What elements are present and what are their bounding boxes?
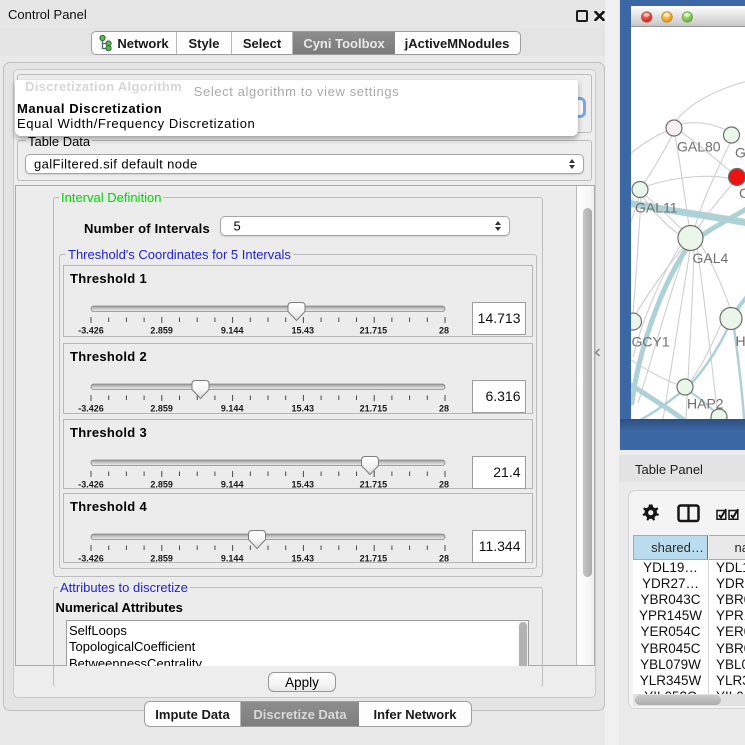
svg-text:21.715: 21.715 bbox=[360, 403, 388, 413]
svg-text:15.43: 15.43 bbox=[292, 479, 315, 488]
svg-text:2.859: 2.859 bbox=[150, 479, 173, 488]
svg-text:9.144: 9.144 bbox=[221, 479, 244, 488]
svg-text:GAL11: GAL11 bbox=[635, 200, 678, 216]
svg-text:21.715: 21.715 bbox=[360, 325, 388, 335]
svg-text:GAL4: GAL4 bbox=[693, 250, 729, 266]
svg-text:21.715: 21.715 bbox=[360, 553, 388, 562]
svg-text:28: 28 bbox=[439, 403, 449, 413]
svg-text:28: 28 bbox=[439, 553, 449, 562]
svg-text:CR: CR bbox=[739, 185, 745, 201]
svg-text:-3.426: -3.426 bbox=[78, 403, 104, 413]
svg-text:GCY1: GCY1 bbox=[632, 334, 670, 350]
svg-text:-3.426: -3.426 bbox=[78, 553, 104, 562]
svg-text:9.144: 9.144 bbox=[221, 553, 244, 562]
svg-text:2.859: 2.859 bbox=[150, 325, 173, 335]
svg-text:HAP2: HAP2 bbox=[687, 396, 724, 412]
svg-text:21.715: 21.715 bbox=[360, 479, 388, 488]
svg-text:28: 28 bbox=[439, 325, 449, 335]
svg-text:2.859: 2.859 bbox=[150, 403, 173, 413]
svg-text:9.144: 9.144 bbox=[221, 403, 244, 413]
svg-text:28: 28 bbox=[439, 479, 449, 488]
svg-text:15.43: 15.43 bbox=[292, 553, 315, 562]
svg-text:-3.426: -3.426 bbox=[78, 479, 104, 488]
svg-text:15.43: 15.43 bbox=[292, 403, 315, 413]
svg-text:HI: HI bbox=[736, 333, 745, 349]
svg-text:-3.426: -3.426 bbox=[78, 325, 104, 335]
svg-text:GAL1: GAL1 bbox=[735, 145, 745, 161]
svg-text:GAL80: GAL80 bbox=[677, 139, 721, 155]
svg-text:15.43: 15.43 bbox=[292, 325, 315, 335]
svg-text:2.859: 2.859 bbox=[150, 553, 173, 562]
svg-text:9.144: 9.144 bbox=[221, 325, 244, 335]
